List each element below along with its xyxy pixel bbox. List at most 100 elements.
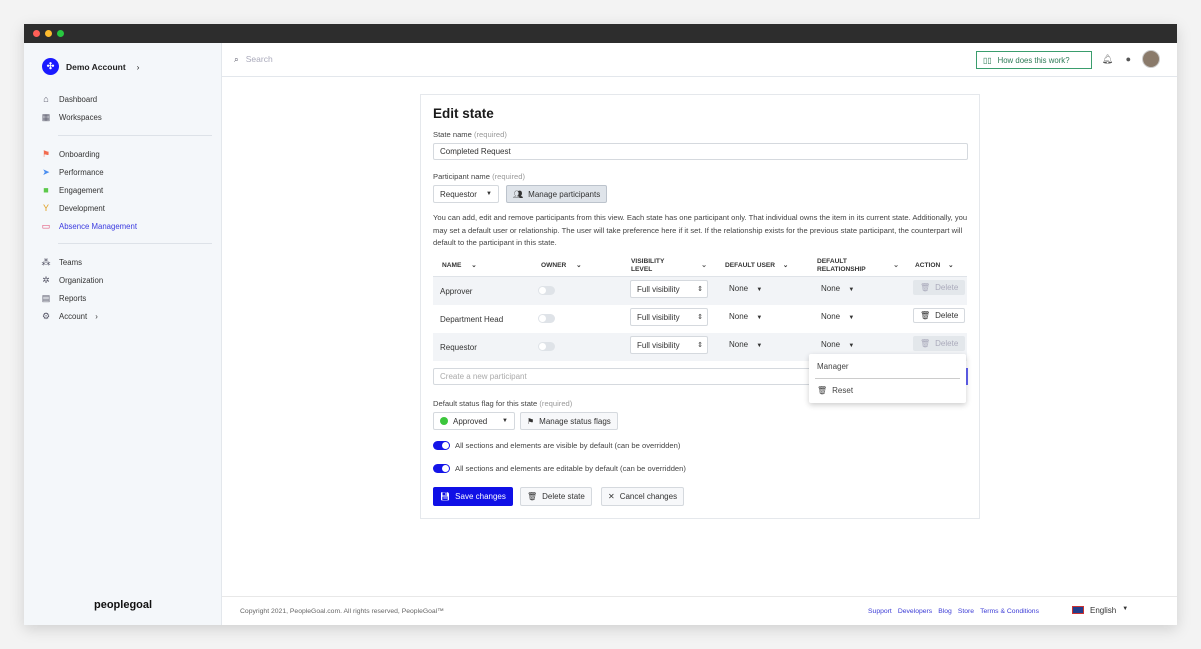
manage-participants-button[interactable]: 👥︎ Manage participants: [506, 185, 608, 203]
flag-icon: ⚑: [41, 148, 51, 159]
editable-by-default-toggle[interactable]: [433, 464, 450, 473]
footer-link[interactable]: Terms & Conditions: [980, 608, 1039, 615]
column-header-default-relationship[interactable]: DEFAULT RELATIONSHIP ⌄: [817, 258, 899, 274]
lightbulb-icon[interactable]: ●: [1126, 54, 1131, 64]
sprout-icon: Y: [42, 203, 49, 213]
maximize-window-button[interactable]: [57, 30, 64, 37]
state-name-input[interactable]: Completed Request: [433, 143, 968, 160]
avatar[interactable]: [1142, 50, 1160, 68]
grid-icon: ▦: [41, 111, 51, 122]
delete-state-button[interactable]: 🗑︎ Delete state: [520, 487, 592, 506]
label: Dashboard: [59, 94, 98, 104]
help-text: You can add, edit and remove participant…: [433, 213, 968, 247]
footer-link[interactable]: Store: [958, 608, 974, 615]
search-input[interactable]: ⌕ Search: [234, 54, 273, 65]
report-icon: ▤: [41, 292, 51, 303]
sidebar-item-onboarding[interactable]: ⚑ Onboarding: [41, 145, 137, 163]
flag-icon: ⚑: [527, 416, 535, 426]
default-relationship-select[interactable]: None ▼: [821, 284, 854, 293]
language-selector[interactable]: English ▼: [1072, 606, 1128, 615]
sidebar-item-development[interactable]: Y Development: [41, 199, 137, 217]
column-header-visibility[interactable]: VISIBILITY LEVEL ⌄: [631, 258, 707, 274]
footer-link[interactable]: Blog: [938, 608, 952, 615]
sidebar-item-account[interactable]: ⚙ Account ›: [41, 307, 103, 325]
footer-link[interactable]: Support: [868, 608, 892, 615]
sort-arrows-icon: ⇕: [697, 342, 703, 349]
cancel-changes-button[interactable]: ✕ Cancel changes: [601, 487, 685, 506]
sidebar-item-teams[interactable]: ⁂ Teams: [41, 253, 103, 271]
column-header-owner[interactable]: OWNER ⌄: [541, 262, 582, 270]
owner-toggle[interactable]: [538, 286, 555, 295]
label: Development: [59, 203, 105, 213]
account-logo-icon: ✣: [42, 58, 59, 75]
sidebar-item-workspaces[interactable]: ▦ Workspaces: [41, 108, 102, 126]
how-does-this-work-button[interactable]: ▯▯ How does this work?: [976, 51, 1092, 69]
editable-by-default-label: All sections and elements are editable b…: [455, 464, 686, 473]
visible-by-default-toggle[interactable]: [433, 441, 450, 450]
help-label: How does this work?: [997, 55, 1070, 65]
delete-participant-button[interactable]: 🗑︎ Delete: [913, 280, 966, 295]
column-header-name[interactable]: NAME ⌄: [442, 262, 477, 270]
default-relationship-select[interactable]: None ▼: [821, 340, 854, 349]
org-chart-icon: ⁂: [41, 256, 51, 267]
paper-plane-icon: ➤: [42, 166, 50, 177]
caret-down-icon: ▼: [486, 191, 492, 197]
brand-logo: peoplegoal: [94, 599, 153, 611]
save-icon: 💾︎: [440, 492, 451, 501]
trash-icon: 🗑︎: [920, 283, 931, 292]
status-flag-select[interactable]: Approved ▼: [433, 412, 515, 430]
dropdown-item-reset[interactable]: 🗑︎ Reset: [817, 386, 853, 395]
participant-name-label: Participant name (required): [433, 172, 526, 181]
dropdown-item-manager[interactable]: Manager: [817, 362, 849, 371]
top-header: ⌕ Search ▯▯ How does this work? 🔔︎ ●: [222, 43, 1177, 77]
footer: Copyright 2021, PeopleGoal.com. All righ…: [222, 596, 1177, 625]
delete-participant-button[interactable]: 🗑︎ Delete: [913, 336, 966, 351]
puzzle-icon: ■: [43, 185, 49, 195]
uk-flag-icon: [1072, 606, 1084, 614]
relationship-dropdown-menu: Manager 🗑︎ Reset: [809, 354, 966, 403]
visibility-select[interactable]: Full visibility ⇕: [630, 280, 708, 298]
app-window: ✣ Demo Account › ⌂ Dashboard ▦ Workspaces …: [24, 24, 1177, 625]
sidebar-item-absence-management[interactable]: ▭ Absence Management: [41, 217, 137, 235]
bell-icon[interactable]: 🔔︎: [1102, 54, 1113, 65]
sidebar-item-engagement[interactable]: ■ Engagement: [41, 181, 137, 199]
save-changes-button[interactable]: 💾︎ Save changes: [433, 487, 513, 506]
default-user-select[interactable]: None ▼: [729, 312, 762, 321]
label: Onboarding: [59, 149, 100, 159]
search-icon: ⌕: [234, 54, 239, 64]
status-color-dot: [440, 417, 448, 425]
state-name-label: State name (required): [433, 130, 507, 139]
participant-name: Approver: [440, 287, 473, 296]
delete-participant-button[interactable]: 🗑︎ Delete: [913, 308, 966, 323]
sidebar-item-performance[interactable]: ➤ Performance: [41, 163, 137, 181]
sort-arrows-icon: ⇕: [697, 286, 703, 293]
minimize-window-button[interactable]: [45, 30, 52, 37]
default-relationship-select[interactable]: None ▼: [821, 312, 854, 321]
divider: [58, 243, 212, 244]
column-header-default-user[interactable]: DEFAULT USER ⌄: [725, 262, 788, 270]
owner-toggle[interactable]: [538, 342, 555, 351]
label: Account: [59, 311, 88, 321]
default-user-select[interactable]: None ▼: [729, 340, 762, 349]
sidebar-item-reports[interactable]: ▤ Reports: [41, 289, 103, 307]
visibility-select[interactable]: Full visibility ⇕: [630, 308, 708, 326]
footer-link[interactable]: Developers: [898, 608, 932, 615]
network-icon: ✲: [42, 274, 50, 285]
owner-toggle[interactable]: [538, 314, 555, 323]
home-icon: ⌂: [43, 94, 49, 104]
account-name: Demo Account: [66, 61, 126, 72]
close-window-button[interactable]: [33, 30, 40, 37]
participant-select[interactable]: Requestor ▼: [433, 185, 499, 203]
sidebar-item-dashboard[interactable]: ⌂ Dashboard: [41, 90, 102, 108]
caret-down-icon: ▼: [502, 418, 508, 424]
trash-icon: 🗑︎: [920, 339, 931, 348]
label: Performance: [59, 167, 104, 177]
chevron-right-icon: ›: [95, 311, 98, 321]
column-header-action[interactable]: ACTION ⌄: [915, 262, 954, 270]
default-user-select[interactable]: None ▼: [729, 284, 762, 293]
account-switcher[interactable]: ✣ Demo Account ›: [42, 58, 140, 75]
book-icon: ▯▯: [983, 55, 992, 65]
sidebar-item-organization[interactable]: ✲ Organization: [41, 271, 103, 289]
visibility-select[interactable]: Full visibility ⇕: [630, 336, 708, 354]
manage-status-flags-button[interactable]: ⚑ Manage status flags: [520, 412, 618, 430]
